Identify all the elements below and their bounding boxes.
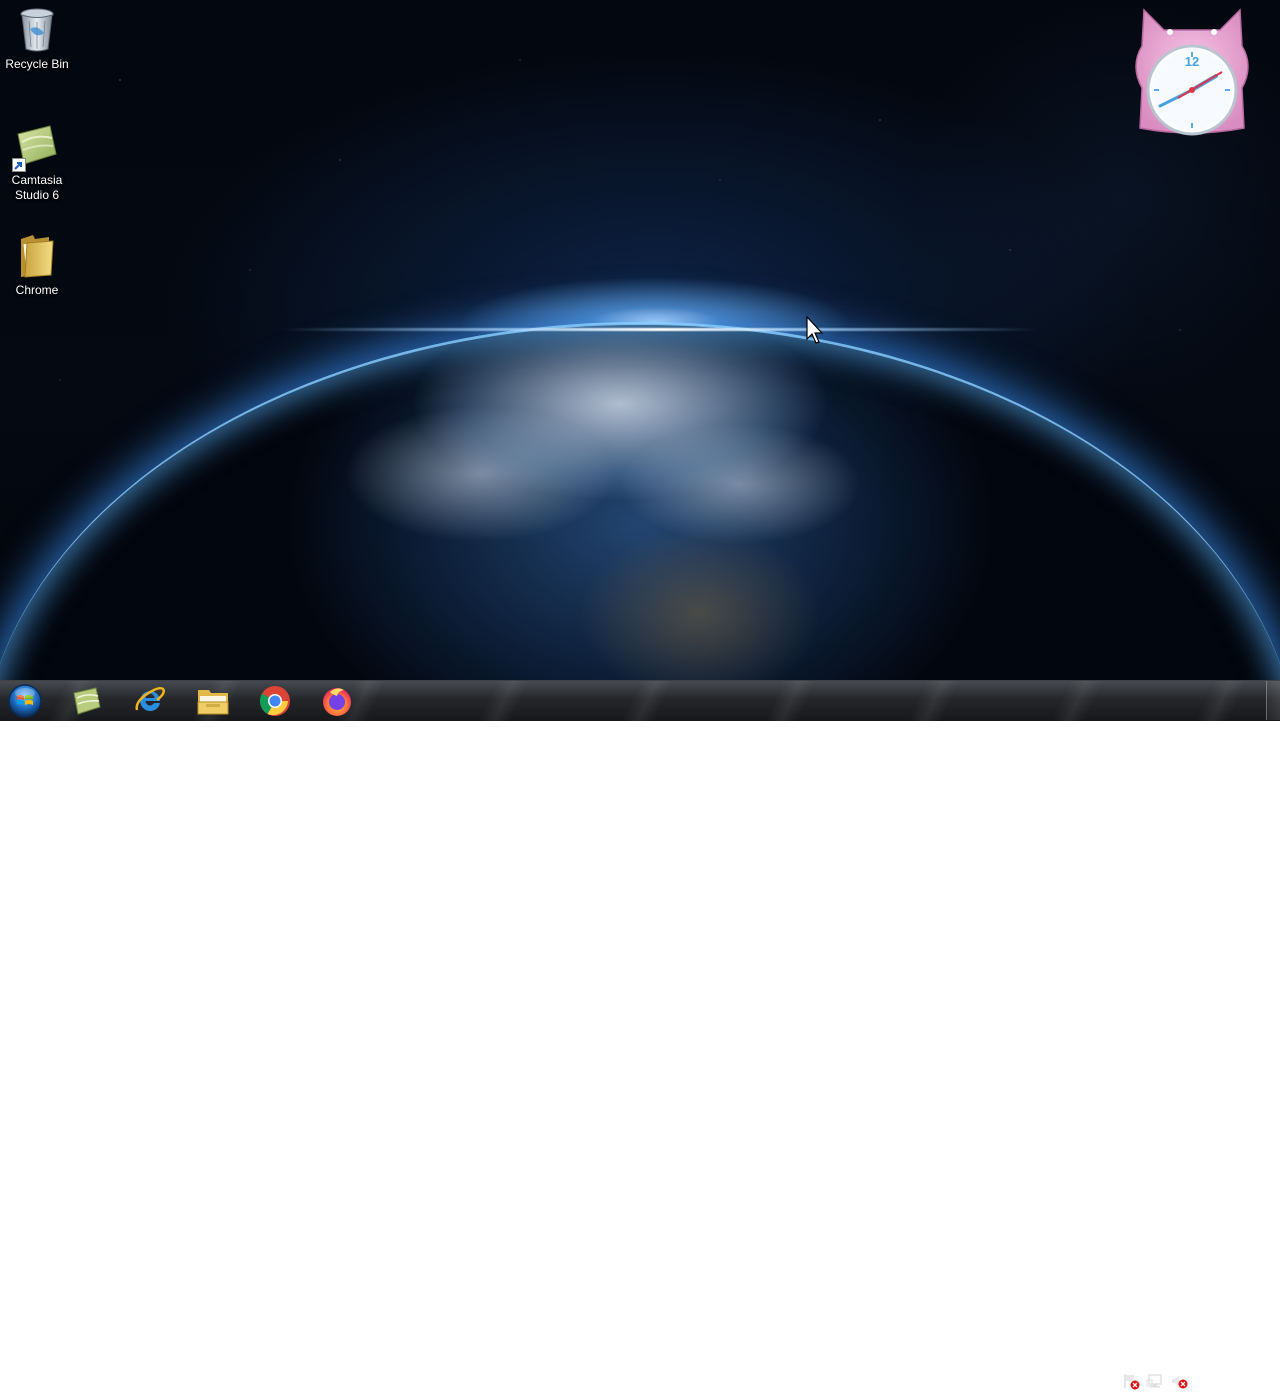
desktop-icon-label: Recycle Bin: [5, 57, 69, 71]
network-button[interactable]: [1146, 1372, 1164, 1390]
shortcut-arrow-icon: [12, 158, 26, 172]
tray-clock[interactable]: 1:41 AM 6/26/2023: [1196, 1365, 1262, 1397]
firefox-icon: [323, 688, 351, 716]
tray-time: 1:41 AM: [1206, 1366, 1252, 1380]
show-hidden-icons-button[interactable]: [1098, 1372, 1116, 1390]
windows-start-orb-icon: [8, 684, 42, 718]
volume-button[interactable]: [1170, 1372, 1188, 1390]
taskbar-chrome-button[interactable]: [246, 682, 304, 720]
taskbar-file-explorer-button[interactable]: [184, 682, 242, 720]
start-button[interactable]: [6, 683, 44, 719]
taskbar-firefox-button[interactable]: [308, 682, 366, 720]
taskbar-camtasia-button[interactable]: [58, 682, 116, 720]
desktop-icon-label: Chrome: [15, 283, 59, 297]
volume-muted-icon: [1172, 1375, 1188, 1389]
desktop-icon-camtasia-studio[interactable]: Camtasia Studio 6: [0, 122, 74, 203]
tray-date: 6/26/2023: [1202, 1382, 1256, 1396]
action-center-button[interactable]: [1122, 1372, 1140, 1390]
taskbar: 1:41 AM 6/26/2023: [0, 680, 1280, 1396]
mouse-cursor-icon: [806, 316, 824, 344]
desktop-icon-chrome-folder[interactable]: Chrome: [0, 232, 74, 298]
folder-icon: [13, 232, 61, 280]
file-explorer-icon: [197, 690, 229, 715]
camtasia-icon: [12, 122, 61, 172]
wallpaper-sun-flare: [280, 328, 1040, 331]
chrome-icon: [259, 686, 290, 716]
action-center-flag-icon: [1124, 1374, 1140, 1390]
camtasia-icon: [73, 687, 101, 715]
show-desktop-button[interactable]: [1266, 681, 1280, 720]
network-icon: [1146, 1374, 1162, 1388]
recycle-bin-icon: [13, 6, 61, 54]
desktop-icon-label: Camtasia Studio 6: [11, 173, 63, 202]
internet-explorer-icon: [135, 686, 165, 711]
taskbar-internet-explorer-button[interactable]: [121, 682, 179, 720]
cat-clock-gadget[interactable]: 12: [1130, 6, 1254, 136]
chevron-up-icon: [1103, 1379, 1111, 1384]
desktop-wallpaper: Recycle Bin Camtasia Studio 6 Chrome 12: [0, 0, 1280, 680]
clock-number-12: 12: [1185, 54, 1199, 69]
desktop-icon-recycle-bin[interactable]: Recycle Bin: [0, 6, 74, 72]
